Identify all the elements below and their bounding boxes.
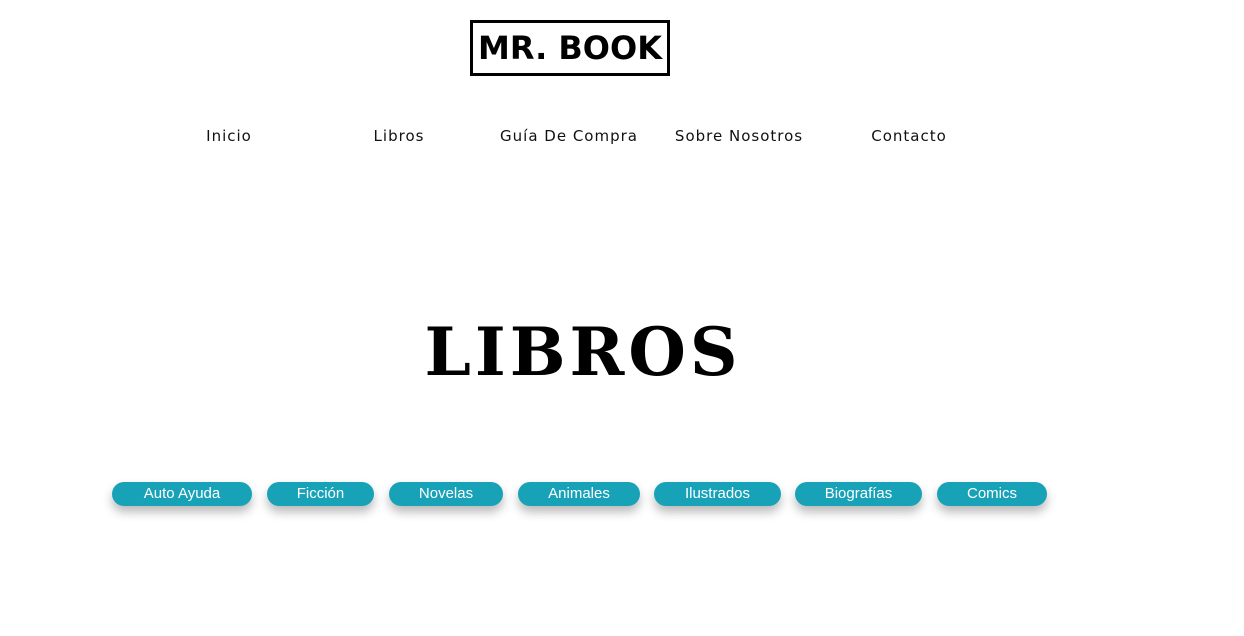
site-logo[interactable]: MR. BOOK: [470, 20, 670, 76]
nav-item-guia-de-compra[interactable]: Guía De Compra: [500, 127, 638, 145]
category-button-ilustrados[interactable]: Ilustrados: [654, 482, 781, 506]
category-button-animales[interactable]: Animales: [518, 482, 640, 506]
category-button-ficcion[interactable]: Ficción: [267, 482, 374, 506]
category-button-auto-ayuda[interactable]: Auto Ayuda: [112, 482, 252, 506]
nav-item-sobre-nosotros[interactable]: Sobre Nosotros: [675, 127, 803, 145]
nav-item-contacto[interactable]: Contacto: [871, 127, 947, 145]
nav-item-libros[interactable]: Libros: [374, 127, 425, 145]
category-button-biografias[interactable]: Biografías: [795, 482, 922, 506]
category-button-comics[interactable]: Comics: [937, 482, 1047, 506]
page-title: LIBROS: [424, 313, 742, 391]
category-button-novelas[interactable]: Novelas: [389, 482, 503, 506]
nav-item-inicio[interactable]: Inicio: [206, 127, 252, 145]
